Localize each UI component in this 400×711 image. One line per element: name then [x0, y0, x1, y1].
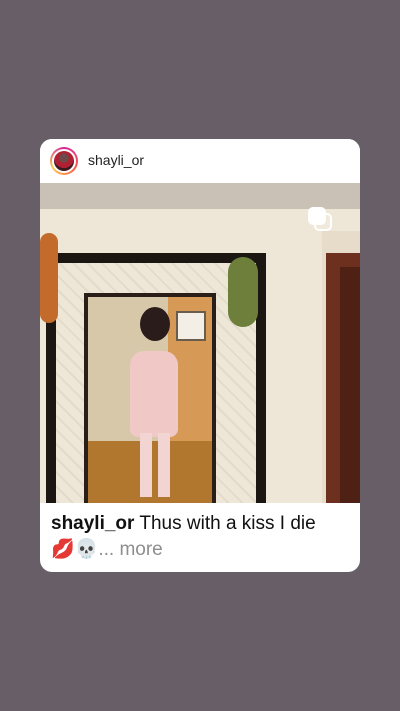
caption-emoji: 💋💀 — [51, 539, 99, 560]
person-legs — [140, 433, 170, 497]
right-flowers — [228, 257, 258, 327]
post-username[interactable]: shayli_or — [88, 152, 144, 168]
photo-door-shade — [340, 267, 360, 503]
avatar[interactable] — [50, 147, 78, 175]
caption-username[interactable]: shayli_or — [51, 513, 134, 534]
multi-photo-icon — [308, 207, 334, 233]
caption-more-link[interactable]: ... more — [98, 539, 162, 560]
post-card[interactable]: shayli_or shayli_or Thus with a kiss I d… — [40, 139, 360, 572]
post-header: shayli_or — [40, 139, 360, 183]
avatar-photo — [54, 151, 74, 171]
mirror-reflection — [84, 293, 216, 503]
left-flowers — [40, 233, 58, 323]
post-caption: shayli_or Thus with a kiss I die 💋💀... m… — [51, 511, 351, 563]
person-head — [140, 307, 170, 341]
caption-text: Thus with a kiss I die — [139, 513, 316, 534]
person-body — [130, 351, 178, 437]
post-photo[interactable] — [40, 183, 360, 503]
multi-photo-front — [308, 207, 326, 225]
mirror-window — [176, 311, 206, 341]
photo-ceiling — [40, 183, 360, 209]
avatar-ring — [52, 149, 76, 173]
